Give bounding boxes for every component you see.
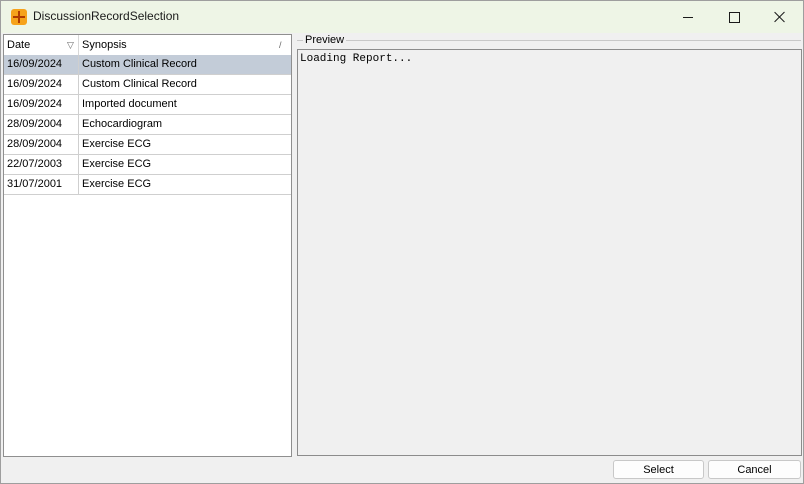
maximize-icon (728, 11, 740, 23)
table-row[interactable]: 28/09/2004 Echocardiogram (4, 115, 291, 135)
window-title: DiscussionRecordSelection (33, 9, 180, 23)
minimize-button[interactable] (665, 1, 711, 33)
title-bar[interactable]: DiscussionRecordSelection (1, 1, 803, 33)
table-row[interactable]: 16/09/2024 Custom Clinical Record (4, 75, 291, 95)
column-header-synopsis[interactable]: Synopsis / (79, 35, 291, 55)
cell-date: 16/09/2024 (4, 75, 79, 94)
cell-synopsis: Exercise ECG (82, 138, 152, 150)
close-button[interactable] (757, 1, 803, 33)
cell-synopsis: Exercise ECG (82, 158, 152, 170)
cell-date: 22/07/2003 (4, 155, 79, 174)
cell-date: 16/09/2024 (4, 95, 79, 114)
column-header-label: Synopsis (82, 39, 127, 51)
table-row[interactable]: 16/09/2024 Custom Clinical Record (4, 55, 291, 75)
cell-date: 28/09/2004 (4, 115, 79, 134)
cell-date: 31/07/2001 (4, 175, 79, 194)
cell-date: 16/09/2024 (4, 55, 79, 74)
app-icon (11, 9, 27, 25)
minimize-icon (683, 16, 693, 18)
table-row[interactable]: 28/09/2004 Exercise ECG (4, 135, 291, 155)
table-row[interactable]: 22/07/2003 Exercise ECG (4, 155, 291, 175)
preview-pane[interactable]: Loading Report... (297, 49, 802, 456)
cell-synopsis: Exercise ECG (82, 178, 152, 190)
cell-date: 28/09/2004 (4, 135, 79, 154)
preview-label: Preview (303, 34, 347, 46)
select-button[interactable]: Select (613, 460, 704, 479)
sort-descending-icon: ▽ (67, 40, 74, 50)
maximize-button[interactable] (711, 1, 757, 33)
sort-ascending-icon: / (279, 40, 282, 50)
close-icon (774, 11, 786, 23)
discussion-record-selection-window: DiscussionRecordSelection Date ▽ Synopsi… (0, 0, 804, 484)
cell-synopsis: Custom Clinical Record (82, 78, 197, 90)
table-row[interactable]: 16/09/2024 Imported document (4, 95, 291, 115)
cancel-button[interactable]: Cancel (708, 460, 801, 479)
cell-synopsis: Imported document (82, 98, 177, 110)
table-row[interactable]: 31/07/2001 Exercise ECG (4, 175, 291, 195)
cell-synopsis: Echocardiogram (82, 118, 163, 130)
column-header-label: Date (7, 39, 31, 51)
record-list[interactable]: Date ▽ Synopsis / 16/09/2024 Custom Clini… (3, 34, 292, 457)
preview-group-border (297, 40, 801, 41)
list-header: Date ▽ Synopsis / (4, 35, 291, 56)
column-header-date[interactable]: Date ▽ (4, 35, 79, 55)
list-rows: 16/09/2024 Custom Clinical Record 16/09/20… (4, 55, 291, 195)
preview-text: Loading Report... (300, 53, 413, 65)
cell-synopsis: Custom Clinical Record (82, 58, 197, 70)
